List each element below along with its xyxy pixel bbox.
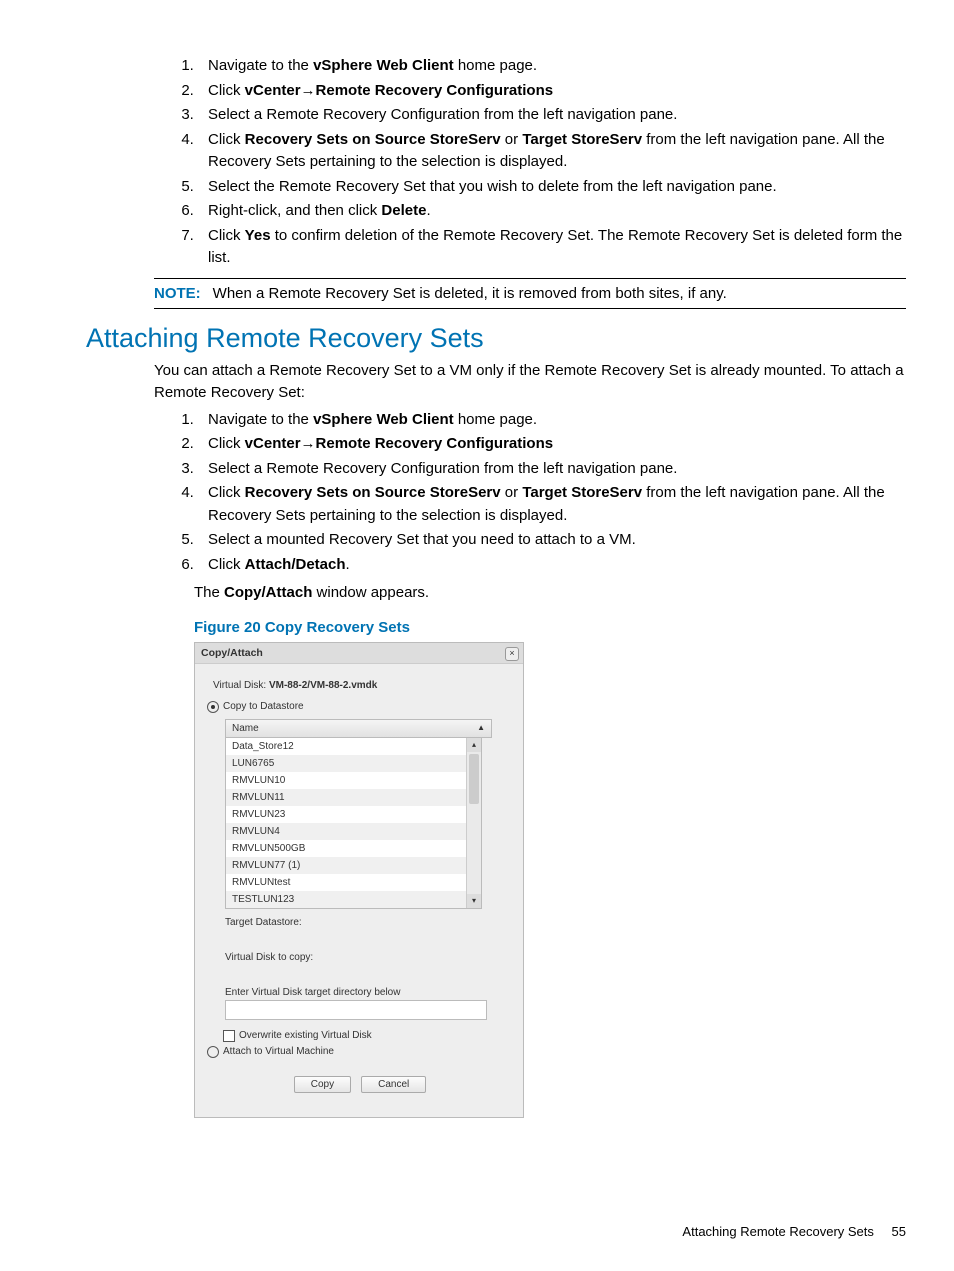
list-item[interactable]: RMVLUNtest [226, 874, 481, 891]
radio-copy-to-datastore[interactable]: Copy to Datastore [207, 701, 507, 713]
procedure-list-2: Navigate to the vSphere Web Client home … [86, 409, 906, 577]
note-block: NOTE: When a Remote Recovery Set is delet… [154, 278, 906, 309]
section-heading: Attaching Remote Recovery Sets [86, 323, 906, 354]
list-item[interactable]: RMVLUN10 [226, 772, 481, 789]
column-name: Name [232, 723, 259, 734]
page-footer: Attaching Remote Recovery Sets 55 [682, 1224, 906, 1239]
enter-directory-label: Enter Virtual Disk target directory belo… [225, 987, 507, 998]
cancel-button[interactable]: Cancel [361, 1076, 426, 1093]
note-text: When a Remote Recovery Set is deleted, i… [213, 285, 727, 302]
copy-button[interactable]: Copy [294, 1076, 351, 1093]
scroll-thumb[interactable] [469, 754, 479, 804]
intro-paragraph: You can attach a Remote Recovery Set to … [154, 360, 906, 405]
sort-asc-icon: ▲ [477, 723, 485, 734]
step-1b: Navigate to the vSphere Web Client home … [198, 409, 906, 432]
vdisk-to-copy-label: Virtual Disk to copy: [225, 952, 507, 963]
datastore-list: Data_Store12 LUN6765 RMVLUN10 RMVLUN11 R… [225, 738, 482, 909]
virtual-disk-line: Virtual Disk: VM-88-2/VM-88-2.vmdk [213, 680, 507, 691]
step-3b: Select a Remote Recovery Configuration f… [198, 458, 906, 481]
step-6: Right-click, and then click Delete. [198, 200, 906, 223]
list-item[interactable]: RMVLUN11 [226, 789, 481, 806]
step-4b: Click Recovery Sets on Source StoreServ … [198, 482, 906, 527]
close-icon[interactable]: × [505, 647, 519, 661]
note-label: NOTE: [154, 285, 201, 302]
radio-icon [207, 1046, 219, 1058]
step-1: Navigate to the vSphere Web Client home … [198, 55, 906, 78]
step-5b: Select a mounted Recovery Set that you n… [198, 529, 906, 552]
checkbox-icon [223, 1030, 235, 1042]
list-item[interactable]: RMVLUN4 [226, 823, 481, 840]
step-2: Click vCenter→Remote Recovery Configurat… [198, 80, 906, 103]
dialog-title: Copy/Attach [195, 643, 523, 664]
footer-title: Attaching Remote Recovery Sets [682, 1224, 873, 1239]
datastore-header[interactable]: Name ▲ [225, 719, 492, 738]
step-7: Click Yes to confirm deletion of the Rem… [198, 225, 906, 270]
list-item[interactable]: RMVLUN77 (1) [226, 857, 481, 874]
copy-attach-dialog: Copy/Attach × Virtual Disk: VM-88-2/VM-8… [194, 642, 524, 1118]
procedure-list-1: Navigate to the vSphere Web Client home … [86, 55, 906, 270]
scroll-up-icon[interactable]: ▴ [467, 738, 481, 752]
list-item[interactable]: RMVLUN500GB [226, 840, 481, 857]
scrollbar[interactable]: ▴ ▾ [466, 738, 481, 908]
target-datastore-label: Target Datastore: [225, 917, 507, 928]
overwrite-checkbox-row[interactable]: Overwrite existing Virtual Disk [223, 1030, 507, 1042]
step-3: Select a Remote Recovery Configuration f… [198, 104, 906, 127]
list-item[interactable]: TESTLUN123 [226, 891, 481, 908]
step-4: Click Recovery Sets on Source StoreServ … [198, 129, 906, 174]
figure-caption: Figure 20 Copy Recovery Sets [194, 619, 906, 636]
page-number: 55 [892, 1224, 906, 1239]
scroll-down-icon[interactable]: ▾ [467, 894, 481, 908]
step-6b: Click Attach/Detach. [198, 554, 906, 577]
radio-icon [207, 701, 219, 713]
result-text: The Copy/Attach window appears. [194, 582, 906, 605]
list-item[interactable]: Data_Store12 [226, 738, 481, 755]
step-2b: Click vCenter→Remote Recovery Configurat… [198, 433, 906, 456]
step-5: Select the Remote Recovery Set that you … [198, 176, 906, 199]
target-directory-input[interactable] [225, 1000, 487, 1020]
radio-attach-to-vm[interactable]: Attach to Virtual Machine [207, 1046, 507, 1058]
list-item[interactable]: RMVLUN23 [226, 806, 481, 823]
list-item[interactable]: LUN6765 [226, 755, 481, 772]
